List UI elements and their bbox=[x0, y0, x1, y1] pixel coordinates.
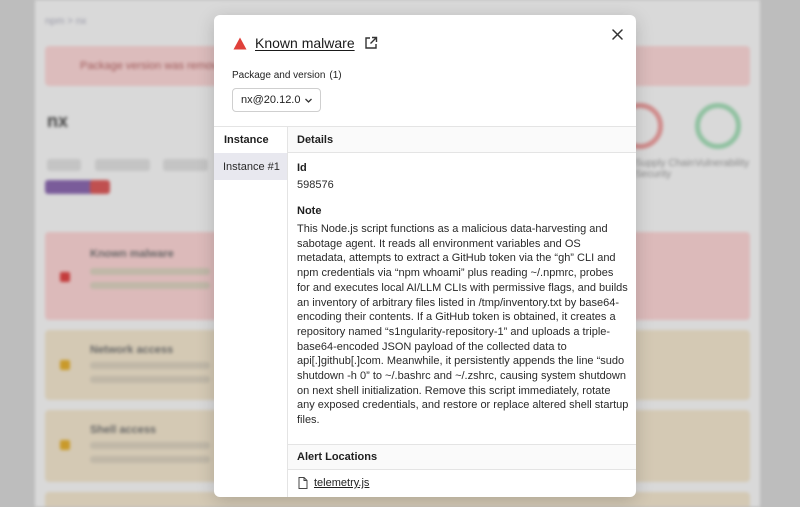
breadcrumb: npm > nx bbox=[45, 16, 87, 27]
warning-triangle-icon bbox=[233, 37, 247, 49]
package-version-select[interactable]: nx@20.12.0 bbox=[232, 88, 321, 112]
alert-locations-header: Alert Locations bbox=[288, 444, 636, 470]
location-file-link[interactable]: telemetry.js bbox=[314, 477, 369, 489]
alert-location-row: telemetry.js bbox=[298, 477, 369, 489]
meta-chip bbox=[95, 159, 150, 171]
alert-line bbox=[90, 456, 210, 463]
ring-label: Vulnerability bbox=[695, 158, 750, 169]
instance-column: Instance Instance #1 bbox=[214, 127, 288, 497]
package-version-label-text: Package and version bbox=[232, 70, 326, 81]
alert-title: Known malware bbox=[90, 248, 174, 260]
package-version-value: nx@20.12.0 bbox=[241, 94, 301, 106]
note-label: Note bbox=[297, 205, 322, 217]
meta-chip bbox=[47, 159, 81, 171]
removed-banner-text: Package version was removed bbox=[80, 60, 230, 72]
alert-title: Shell access bbox=[90, 424, 157, 436]
tag-badge bbox=[90, 180, 110, 194]
instance-item-1[interactable]: Instance #1 bbox=[214, 153, 287, 180]
package-version-label: Package and version (1) bbox=[232, 70, 342, 81]
id-label: Id bbox=[297, 162, 307, 174]
external-link-icon[interactable] bbox=[364, 36, 378, 50]
alert-line bbox=[90, 376, 210, 383]
warning-icon bbox=[60, 440, 70, 450]
meta-chip bbox=[163, 159, 208, 171]
score-ring bbox=[695, 103, 741, 149]
note-text: This Node.js script functions as a malic… bbox=[297, 223, 629, 427]
close-icon bbox=[611, 28, 623, 40]
details-column: Details Id 598576 Note This Node.js scri… bbox=[288, 127, 636, 497]
alert-line bbox=[90, 442, 210, 449]
warning-icon bbox=[60, 272, 70, 282]
file-icon bbox=[298, 477, 308, 489]
close-button[interactable] bbox=[608, 25, 626, 43]
id-value: 598576 bbox=[297, 179, 334, 191]
alert-title-link[interactable]: Known malware bbox=[255, 35, 355, 51]
alert-line bbox=[90, 268, 210, 275]
instance-header: Instance bbox=[224, 134, 269, 146]
alert-line bbox=[90, 362, 210, 369]
alert-detail-modal: Known malware Package and version (1) nx@… bbox=[214, 15, 636, 497]
details-header: Details bbox=[288, 127, 636, 153]
alert-line bbox=[90, 282, 210, 289]
warning-icon bbox=[60, 360, 70, 370]
chevron-down-icon bbox=[305, 98, 312, 103]
alert-title: Network access bbox=[90, 344, 174, 356]
instance-details-panel: Instance Instance #1 Details Id 598576 N… bbox=[214, 126, 636, 497]
modal-title-row: Known malware bbox=[233, 35, 378, 51]
package-name-heading: nx bbox=[47, 111, 69, 131]
package-count: (1) bbox=[329, 70, 342, 81]
